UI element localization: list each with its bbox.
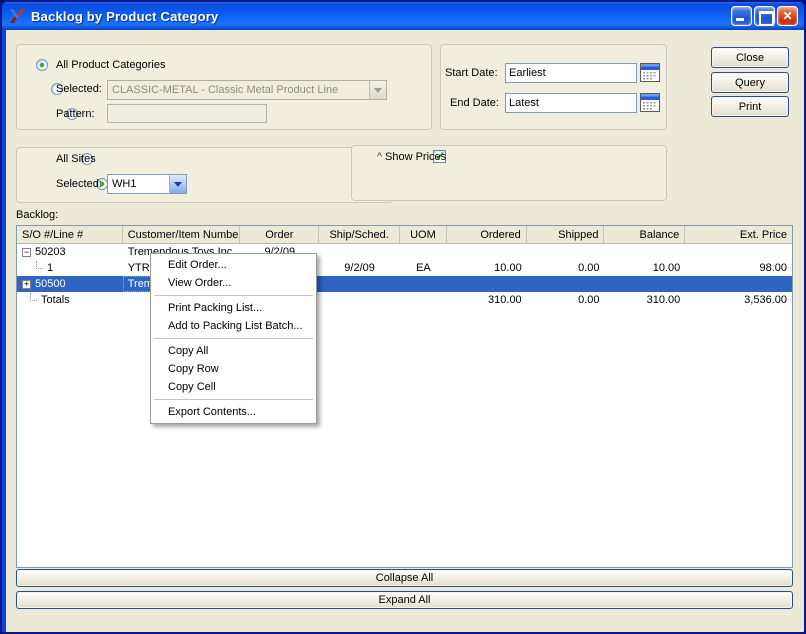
close-button-label: Close [736, 52, 764, 64]
print-button[interactable]: Print [711, 96, 789, 117]
start-date-label: Start Date: [445, 67, 498, 79]
end-date-calendar-icon[interactable] [640, 93, 660, 115]
expand-all-button[interactable]: Expand All [16, 591, 793, 609]
table-row[interactable]: 1 YTRU 9/2/09 EA 10.00 0.00 10.00 98.00 [17, 260, 792, 276]
app-logo-icon [9, 8, 26, 24]
start-date-calendar-icon[interactable] [640, 63, 660, 85]
total-ordered: 310.00 [447, 292, 527, 308]
sites-selected-label: Selected: [56, 178, 102, 190]
balance-value: 10.00 [604, 260, 685, 276]
collapse-row-icon[interactable]: − [22, 248, 31, 257]
totals-row[interactable]: Totals 310.00 0.00 310.00 3,536.00 [17, 292, 792, 308]
context-menu: Edit Order... View Order... Print Packin… [150, 253, 317, 424]
column-header-balance[interactable]: Balance [604, 226, 685, 243]
all-product-categories-label: All Product Categories [56, 59, 165, 71]
collapse-all-label: Collapse All [376, 572, 433, 584]
maximize-button[interactable] [754, 6, 775, 26]
ordered-value: 10.00 [447, 260, 527, 276]
dialog-client-area: All Product Categories Selected: CLASSIC… [6, 30, 804, 632]
total-balance: 310.00 [604, 292, 685, 308]
menu-separator [154, 295, 313, 296]
start-date-input[interactable] [505, 63, 637, 83]
line-number: 1 [47, 262, 53, 274]
all-sites-label: All Sites [56, 153, 96, 165]
category-combo-value: CLASSIC-METAL - Classic Metal Product Li… [108, 84, 369, 96]
column-header-ship-sched[interactable]: Ship/Sched. [319, 226, 400, 243]
column-header-customer-item[interactable]: Customer/Item Number [123, 226, 241, 243]
close-window-button[interactable] [777, 6, 798, 26]
category-combo-arrow-icon[interactable] [369, 81, 386, 99]
total-ext-price: 3,536.00 [685, 292, 792, 308]
column-header-order[interactable]: Order [240, 226, 319, 243]
so-number: 50500 [35, 278, 66, 290]
dialog-window: Backlog by Product Category All Product … [0, 0, 806, 634]
so-number: 50203 [35, 246, 66, 258]
menu-item-copy-row[interactable]: Copy Row [151, 360, 316, 378]
menu-item-copy-all[interactable]: Copy All [151, 342, 316, 360]
minimize-button[interactable] [731, 6, 752, 26]
site-combo-value: WH1 [108, 178, 169, 190]
table-row[interactable]: −50203 Tremendous Toys Inc 9/2/09 [17, 244, 792, 260]
column-header-ordered[interactable]: Ordered [447, 226, 527, 243]
category-selected-label: Selected: [56, 83, 102, 95]
expand-all-label: Expand All [379, 594, 431, 606]
uom-value: EA [400, 260, 447, 276]
tree-branch-icon [36, 261, 43, 269]
show-prices-caret: ^ [377, 151, 382, 163]
menu-item-copy-cell[interactable]: Copy Cell [151, 378, 316, 396]
date-range-group [440, 44, 667, 130]
column-header-uom[interactable]: UOM [400, 226, 447, 243]
menu-item-edit-order[interactable]: Edit Order... [151, 256, 316, 274]
expand-row-icon[interactable]: + [22, 280, 31, 289]
close-button[interactable]: Close [711, 47, 789, 68]
menu-item-view-order[interactable]: View Order... [151, 274, 316, 292]
shipped-value: 0.00 [527, 260, 605, 276]
grid-header-row[interactable]: S/O #/Line # Customer/Item Number Order … [17, 226, 792, 244]
collapse-all-button[interactable]: Collapse All [16, 569, 793, 587]
site-combo-arrow-icon[interactable] [169, 175, 186, 193]
ext-price-value: 98.00 [685, 260, 792, 276]
tree-branch-icon [30, 293, 37, 301]
titlebar[interactable]: Backlog by Product Category [2, 2, 804, 30]
print-button-label: Print [739, 101, 762, 113]
query-button[interactable]: Query [711, 72, 789, 93]
totals-label: Totals [41, 294, 70, 306]
show-prices-label: Show Prices [385, 151, 446, 163]
total-shipped: 0.00 [527, 292, 605, 308]
end-date-label: End Date: [450, 97, 499, 109]
menu-item-print-packing-list[interactable]: Print Packing List... [151, 299, 316, 317]
menu-item-add-to-packing-list-batch[interactable]: Add to Packing List Batch... [151, 317, 316, 335]
menu-item-export-contents[interactable]: Export Contents... [151, 403, 316, 421]
category-combo[interactable]: CLASSIC-METAL - Classic Metal Product Li… [107, 80, 387, 100]
column-header-shipped[interactable]: Shipped [527, 226, 605, 243]
menu-separator [154, 399, 313, 400]
menu-separator [154, 338, 313, 339]
query-button-label: Query [735, 77, 765, 89]
backlog-grid[interactable]: S/O #/Line # Customer/Item Number Order … [16, 225, 793, 568]
column-header-so-line[interactable]: S/O #/Line # [17, 226, 123, 243]
ship-date: 9/2/09 [319, 260, 400, 276]
window-title: Backlog by Product Category [31, 9, 218, 24]
pattern-input[interactable] [107, 104, 267, 123]
all-product-categories-radio[interactable] [36, 59, 48, 71]
site-combo[interactable]: WH1 [107, 174, 187, 194]
category-pattern-label: Pattern: [56, 108, 95, 120]
table-row-selected[interactable]: +50500 Trem [17, 276, 792, 292]
backlog-label: Backlog: [16, 209, 58, 221]
column-header-ext-price[interactable]: Ext. Price [685, 226, 792, 243]
end-date-input[interactable] [505, 93, 637, 113]
